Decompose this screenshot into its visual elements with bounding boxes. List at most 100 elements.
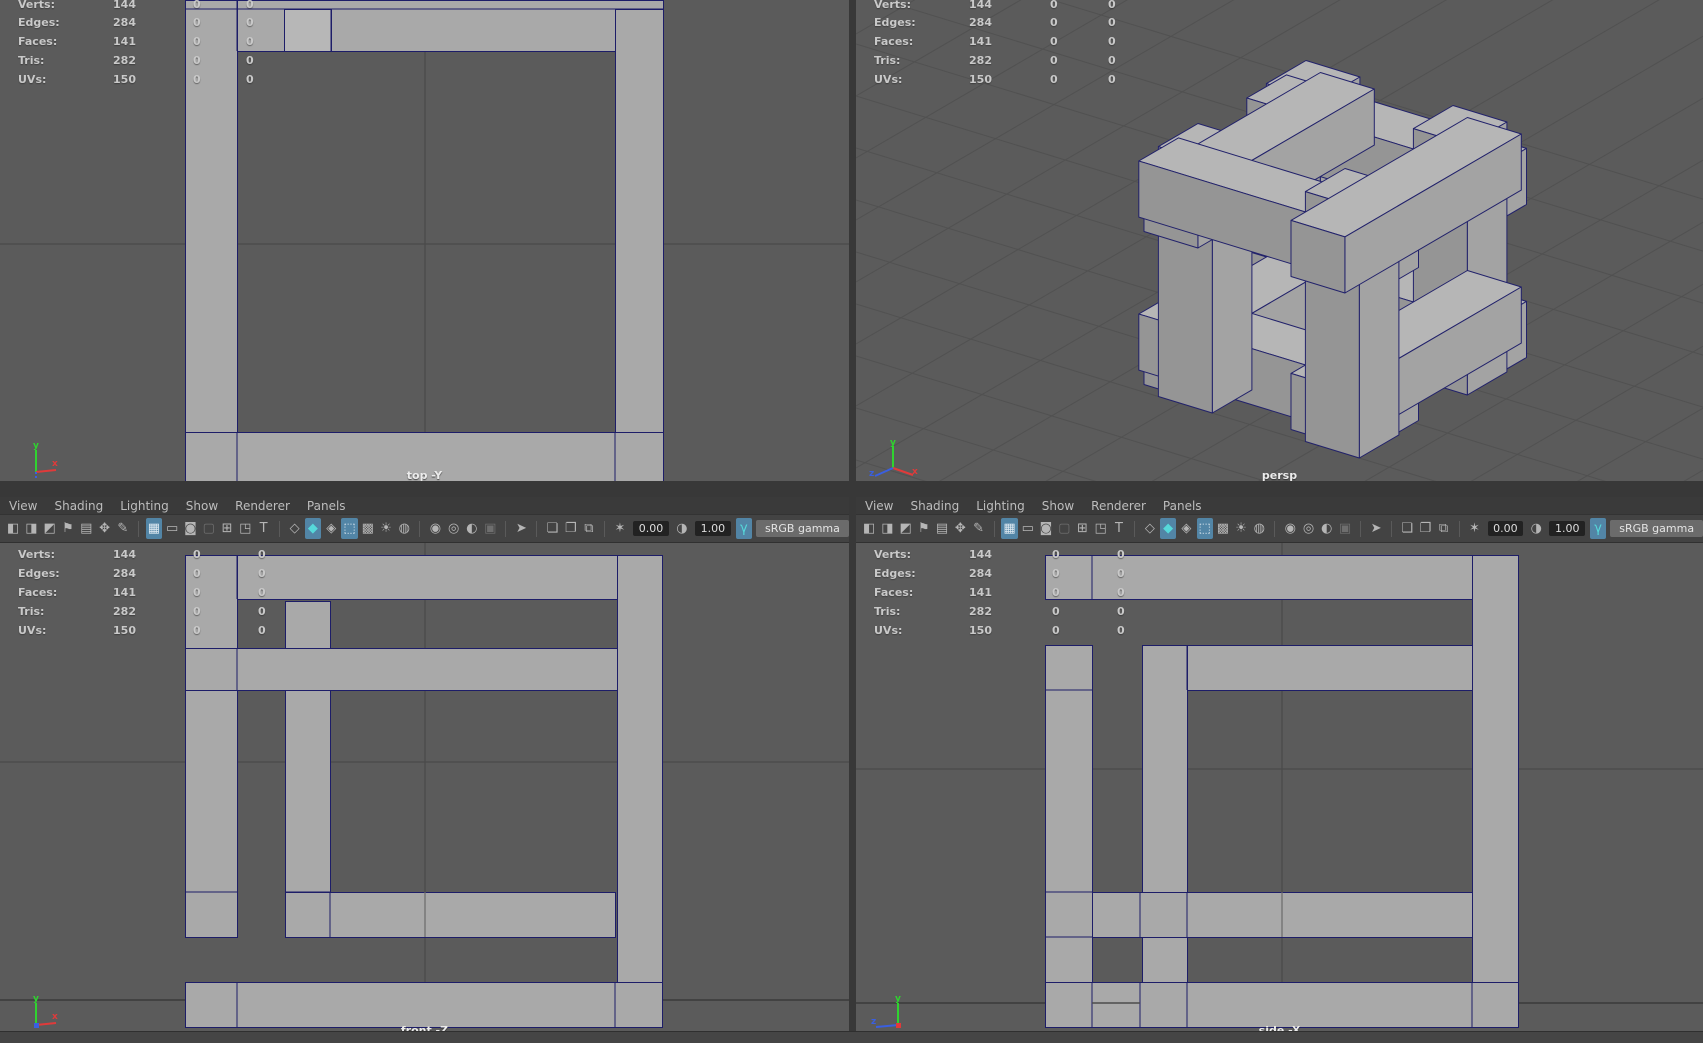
gamma-field[interactable]: 1.00 xyxy=(1549,521,1585,536)
select-tool-icon[interactable]: ➤ xyxy=(513,518,529,539)
xray-icon[interactable]: ◍ xyxy=(1251,518,1267,539)
textured-icon[interactable]: ◈ xyxy=(323,518,339,539)
occlusion-icon[interactable]: ▣ xyxy=(482,518,498,539)
toolbar-separator xyxy=(505,520,507,537)
menu-renderer[interactable]: Renderer xyxy=(235,499,290,513)
gamma-field[interactable]: 1.00 xyxy=(695,521,731,536)
wireframe-icon[interactable]: ◇ xyxy=(287,518,303,539)
safe-title-icon[interactable]: T xyxy=(1111,518,1127,539)
isolate-add-icon[interactable]: ❐ xyxy=(1417,518,1433,539)
exposure-field[interactable]: 0.00 xyxy=(1487,521,1524,536)
menu-panels[interactable]: Panels xyxy=(307,499,346,513)
menu-panels[interactable]: Panels xyxy=(1163,499,1202,513)
gate-mask-icon[interactable]: ▢ xyxy=(1056,518,1072,539)
camera-lock-icon[interactable]: ◨ xyxy=(23,518,39,539)
gamma-icon[interactable]: γ xyxy=(735,518,753,539)
wireframe-on-shaded-icon[interactable]: ⬚ xyxy=(1196,518,1213,539)
menu-shading[interactable]: Shading xyxy=(910,499,959,513)
menu-show[interactable]: Show xyxy=(1042,499,1074,513)
safe-action-icon[interactable]: ◳ xyxy=(1093,518,1109,539)
colorspace-button[interactable]: sRGB gamma xyxy=(756,520,849,537)
isolate-add-icon[interactable]: ❐ xyxy=(563,518,579,539)
camera-settings-icon[interactable]: ◩ xyxy=(897,518,913,539)
resolution-gate-icon[interactable]: ◙ xyxy=(1038,518,1054,539)
menu-lighting[interactable]: Lighting xyxy=(120,499,169,513)
menu-renderer[interactable]: Renderer xyxy=(1091,499,1146,513)
camera-lock-icon[interactable]: ◨ xyxy=(879,518,895,539)
camera-icon[interactable]: ◧ xyxy=(861,518,877,539)
grease-pencil-icon[interactable]: ✎ xyxy=(115,518,131,539)
textured-icon[interactable]: ◈ xyxy=(1178,518,1194,539)
shadows-icon[interactable]: ◐ xyxy=(464,518,480,539)
toolbar-separator xyxy=(1274,520,1276,537)
lights-icon[interactable]: ☀ xyxy=(378,518,394,539)
colorspace-button[interactable]: sRGB gamma xyxy=(1610,520,1703,537)
wireframe-on-shaded-icon[interactable]: ⬚ xyxy=(341,518,358,539)
isolate-select-icon[interactable]: ❏ xyxy=(1399,518,1415,539)
isolate-select-icon[interactable]: ❏ xyxy=(544,518,560,539)
menu-view[interactable]: View xyxy=(9,499,37,513)
lights-icon[interactable]: ☀ xyxy=(1233,518,1249,539)
menu-lighting[interactable]: Lighting xyxy=(976,499,1025,513)
panel-toolbar-front: ◧ ◨ ◩ ⚑ ▤ ✥ ✎ ▦ ▭ ◙ ▢ ⊞ ◳ T ◇ ◆ ◈ ⬚ ▩ ☀ ◍ ◉ ◎ ◐ ▣ ➤ ❏ ❐ ⧉ ✶ 0.00 ◑ 1.00 γ… xyxy=(0,514,849,543)
image-plane-icon[interactable]: ▤ xyxy=(934,518,950,539)
panel-menubar-front: View Shading Lighting Show Renderer Panels xyxy=(0,497,849,514)
menu-view[interactable]: View xyxy=(865,499,893,513)
camera-icon[interactable]: ◧ xyxy=(5,518,21,539)
toolbar-separator xyxy=(419,520,421,537)
mesh-front-view xyxy=(0,543,849,1040)
film-gate-icon[interactable]: ▭ xyxy=(164,518,180,539)
toolbar-separator xyxy=(1458,520,1460,537)
toolbar-separator xyxy=(1391,520,1392,537)
exposure-icon[interactable]: ✶ xyxy=(612,518,628,539)
field-chart-icon[interactable]: ⊞ xyxy=(219,518,235,539)
contrast-icon[interactable]: ◑ xyxy=(1528,518,1544,539)
smooth-shade-icon[interactable]: ◆ xyxy=(1160,518,1177,539)
default-light-icon[interactable]: ◉ xyxy=(427,518,443,539)
checker-icon[interactable]: ▩ xyxy=(360,518,376,539)
occlusion-icon[interactable]: ▣ xyxy=(1337,518,1353,539)
exposure-field[interactable]: 0.00 xyxy=(633,521,669,536)
pan-zoom-icon[interactable]: ✥ xyxy=(952,518,968,539)
xray-icon[interactable]: ◍ xyxy=(396,518,412,539)
panel-menubar-side: View Shading Lighting Show Renderer Panels xyxy=(856,497,1703,514)
menu-show[interactable]: Show xyxy=(186,499,218,513)
gate-mask-icon[interactable]: ▢ xyxy=(201,518,217,539)
film-gate-icon[interactable]: ▭ xyxy=(1020,518,1036,539)
toolbar-separator xyxy=(1360,520,1361,537)
image-plane-toggle-icon[interactable]: ⧉ xyxy=(1435,518,1451,539)
contrast-icon[interactable]: ◑ xyxy=(674,518,690,539)
pan-zoom-icon[interactable]: ✥ xyxy=(96,518,112,539)
image-plane-icon[interactable]: ▤ xyxy=(78,518,94,539)
image-plane-toggle-icon[interactable]: ⧉ xyxy=(581,518,597,539)
grease-pencil-icon[interactable]: ✎ xyxy=(970,518,986,539)
camera-settings-icon[interactable]: ◩ xyxy=(42,518,58,539)
select-tool-icon[interactable]: ➤ xyxy=(1368,518,1384,539)
checker-icon[interactable]: ▩ xyxy=(1215,518,1231,539)
menu-shading[interactable]: Shading xyxy=(54,499,103,513)
exposure-icon[interactable]: ✶ xyxy=(1466,518,1482,539)
field-chart-icon[interactable]: ⊞ xyxy=(1074,518,1090,539)
resolution-gate-icon[interactable]: ◙ xyxy=(182,518,198,539)
shadows-icon[interactable]: ◐ xyxy=(1319,518,1335,539)
all-lights-icon[interactable]: ◎ xyxy=(1300,518,1316,539)
grid-icon[interactable]: ▦ xyxy=(145,518,163,539)
safe-action-icon[interactable]: ◳ xyxy=(237,518,253,539)
toolbar-separator xyxy=(604,520,605,537)
viewport-front[interactable]: View Shading Lighting Show Renderer Panels ◧ ◨… xyxy=(0,497,849,1042)
toolbar-separator xyxy=(278,520,280,537)
wireframe-icon[interactable]: ◇ xyxy=(1142,518,1158,539)
toolbar-separator xyxy=(137,520,139,537)
viewport-top[interactable]: Verts: 144 0 0 Edges: 284 0 0 Faces: 141 0 0 Tris: 28… xyxy=(0,0,849,481)
all-lights-icon[interactable]: ◎ xyxy=(446,518,462,539)
bookmark-icon[interactable]: ⚑ xyxy=(916,518,932,539)
viewport-side[interactable]: View Shading Lighting Show Renderer Panels ◧ ◨… xyxy=(856,497,1703,1042)
gamma-icon[interactable]: γ xyxy=(1589,518,1607,539)
smooth-shade-icon[interactable]: ◆ xyxy=(304,518,322,539)
viewport-persp[interactable]: Verts: 144 0 0 Edges: 284 0 0 Faces: 141 0 0 Tris: 28… xyxy=(856,0,1703,481)
default-light-icon[interactable]: ◉ xyxy=(1282,518,1298,539)
grid-icon[interactable]: ▦ xyxy=(1001,518,1018,539)
mesh-side-view xyxy=(856,543,1703,1040)
safe-title-icon[interactable]: T xyxy=(255,518,271,539)
bookmark-icon[interactable]: ⚑ xyxy=(60,518,76,539)
